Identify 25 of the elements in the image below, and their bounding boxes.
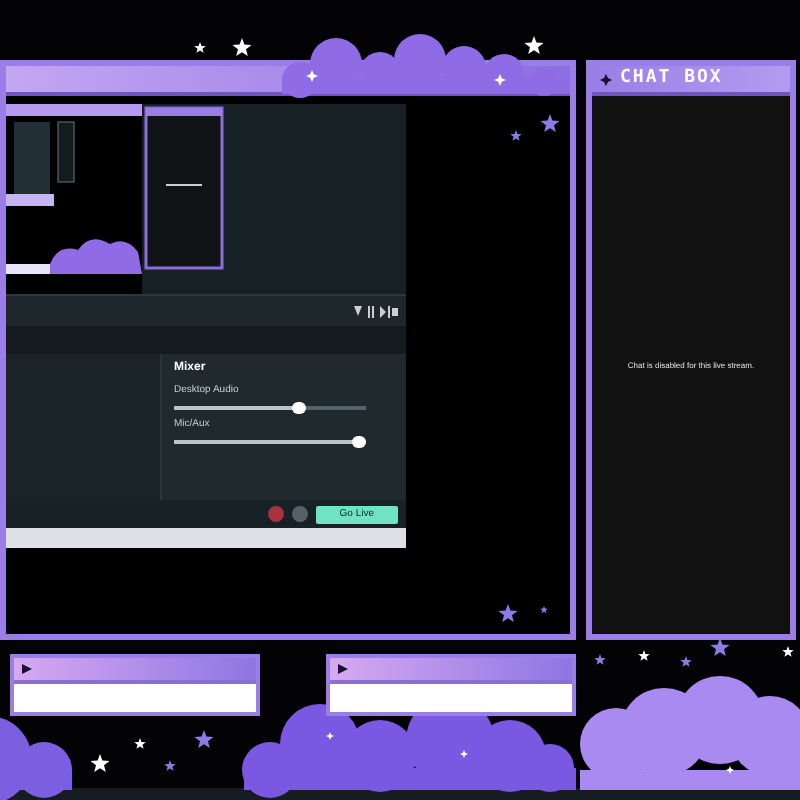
star-icon [498, 604, 518, 622]
star-icon [90, 754, 110, 772]
slider-thumb[interactable] [292, 402, 307, 414]
arrow-icon [22, 664, 32, 674]
sparkle-icon [600, 73, 612, 85]
star-icon [232, 38, 252, 56]
cloud-drawing [0, 716, 72, 800]
star-icon [540, 114, 560, 132]
star-icon [540, 606, 548, 614]
star-icon [194, 42, 206, 53]
chat-title: CHAT BOX [620, 68, 723, 90]
star-icon [638, 650, 650, 661]
record-button[interactable] [267, 506, 284, 522]
star-icon [594, 654, 606, 665]
star-icon [164, 760, 176, 771]
star-icon [524, 36, 544, 54]
controls-icon[interactable] [354, 305, 398, 317]
star-icon [510, 130, 522, 141]
star-icon [134, 738, 146, 749]
star-icon [194, 730, 214, 748]
arrow-icon [338, 664, 348, 674]
slider-thumb[interactable] [352, 436, 367, 448]
settings-button[interactable] [291, 506, 308, 522]
star-icon [680, 656, 692, 667]
star-icon [782, 646, 794, 657]
